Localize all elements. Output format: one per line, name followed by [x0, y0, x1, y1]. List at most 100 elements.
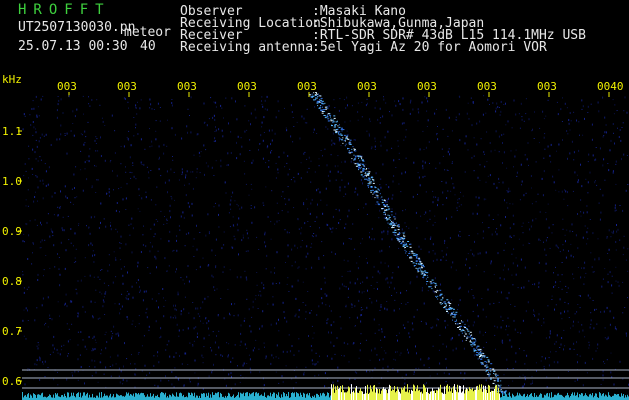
noise-pixel: [585, 272, 587, 274]
noise-pixel: [570, 243, 572, 245]
baseline-bar: [206, 393, 207, 400]
noise-pixel: [366, 130, 368, 132]
noise-pixel: [197, 382, 199, 385]
echo-pixel: [324, 111, 326, 112]
noise-pixel: [71, 323, 73, 325]
baseline-bar: [348, 386, 349, 400]
noise-pixel: [147, 267, 149, 269]
noise-pixel: [550, 161, 552, 163]
noise-pixel: [32, 252, 33, 254]
baseline-bar: [354, 392, 355, 400]
baseline-bar: [129, 395, 130, 400]
baseline-bar: [555, 394, 556, 400]
noise-pixel: [74, 257, 76, 259]
baseline-bar: [298, 393, 299, 400]
noise-pixel: [428, 357, 430, 359]
noise-pixel: [120, 145, 122, 147]
noise-pixel: [458, 304, 459, 306]
noise-pixel: [482, 222, 483, 224]
baseline-bar: [257, 393, 258, 400]
noise-pixel: [479, 164, 481, 166]
noise-pixel: [314, 375, 316, 377]
noise-pixel: [84, 257, 86, 259]
noise-pixel: [57, 214, 59, 217]
baseline-bar: [284, 393, 285, 400]
noise-pixel: [174, 367, 176, 369]
noise-pixel: [378, 329, 380, 331]
echo-pixel: [477, 345, 480, 347]
baseline-bar: [215, 392, 216, 400]
noise-pixel: [108, 285, 110, 287]
baseline-noise: [22, 384, 629, 400]
noise-pixel: [148, 329, 150, 331]
noise-pixel: [615, 163, 617, 165]
noise-pixel: [627, 248, 629, 250]
noise-pixel: [214, 341, 216, 344]
noise-pixel: [432, 224, 434, 226]
noise-pixel: [49, 267, 51, 269]
noise-pixel: [289, 350, 291, 353]
noise-pixel: [360, 320, 362, 323]
echo-pixel: [476, 352, 479, 353]
noise-pixel: [356, 262, 358, 264]
baseline-bar: [228, 392, 229, 400]
noise-pixel: [130, 363, 131, 365]
noise-pixel: [530, 383, 532, 385]
noise-pixel: [232, 224, 234, 227]
noise-pixel: [507, 334, 509, 336]
noise-pixel: [446, 345, 447, 348]
noise-pixel: [236, 157, 238, 160]
noise-pixel: [563, 348, 564, 351]
baseline-bar: [418, 390, 419, 400]
echo-pixel: [415, 267, 417, 269]
noise-pixel: [369, 120, 371, 122]
baseline-bar: [39, 394, 40, 400]
noise-pixel: [408, 227, 410, 229]
noise-pixel: [95, 143, 97, 144]
noise-pixel: [555, 266, 556, 268]
noise-pixel: [287, 155, 289, 157]
noise-pixel: [341, 275, 343, 277]
noise-pixel: [237, 365, 238, 367]
noise-pixel: [229, 314, 231, 316]
baseline-bar: [373, 385, 374, 400]
baseline-bar: [286, 394, 287, 400]
noise-pixel: [50, 228, 52, 230]
baseline-bar: [547, 393, 548, 400]
noise-pixel: [58, 257, 60, 258]
noise-pixel: [37, 279, 39, 281]
noise-pixel: [573, 256, 574, 258]
noise-pixel: [505, 124, 507, 126]
noise-pixel: [166, 170, 168, 173]
noise-pixel: [125, 197, 127, 200]
noise-pixel: [418, 245, 420, 248]
noise-pixel: [236, 203, 238, 205]
echo-pixel: [384, 211, 386, 213]
noise-pixel: [545, 212, 547, 213]
noise-pixel: [548, 364, 550, 367]
noise-pixel: [325, 304, 327, 306]
noise-pixel: [115, 257, 117, 259]
noise-pixel: [614, 204, 616, 207]
noise-pixel: [260, 134, 262, 137]
noise-pixel: [514, 155, 516, 158]
noise-pixel: [337, 170, 339, 173]
noise-pixel: [627, 184, 629, 185]
noise-pixel: [184, 352, 186, 355]
noise-pixel: [506, 358, 508, 361]
noise-pixel: [522, 232, 524, 234]
echo-pixel: [416, 263, 418, 265]
echo-pixel: [493, 373, 495, 374]
noise-pixel: [242, 364, 244, 367]
noise-pixel: [252, 300, 254, 303]
noise-pixel: [385, 184, 387, 186]
echo-pixel: [366, 171, 368, 173]
noise-pixel: [299, 137, 301, 140]
noise-pixel: [310, 246, 312, 248]
noise-pixel: [437, 319, 439, 321]
echo-pixel: [337, 128, 339, 130]
echo-pixel: [394, 229, 397, 231]
noise-pixel: [430, 328, 432, 329]
baseline-bar: [202, 393, 203, 400]
noise-pixel: [298, 315, 300, 318]
